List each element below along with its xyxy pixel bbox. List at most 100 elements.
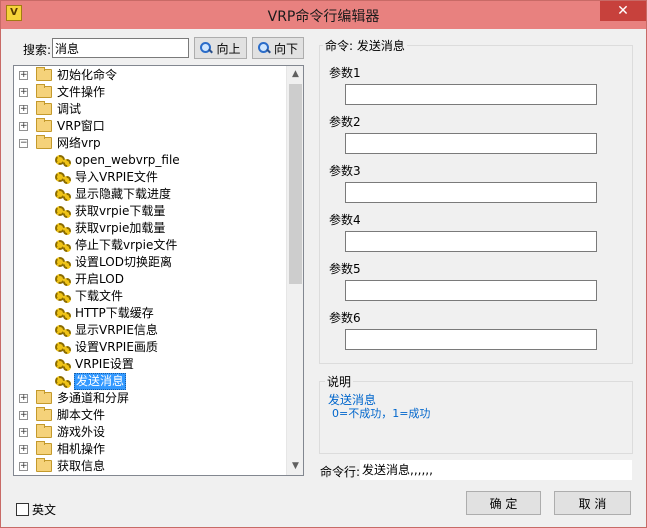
tree-node-label: 获取vrpie加载量 — [75, 221, 166, 235]
tree-folder-node[interactable]: + 调试 — [14, 101, 286, 118]
param-input-2[interactable] — [345, 133, 597, 154]
gear-icon — [55, 272, 71, 287]
search-down-button[interactable]: 向下 — [252, 37, 304, 59]
folder-icon — [36, 84, 52, 98]
tree-node-label: 设置LOD切换距离 — [75, 255, 172, 269]
search-down-label: 向下 — [273, 41, 298, 56]
expand-icon[interactable]: + — [19, 88, 28, 97]
expand-icon[interactable]: + — [19, 411, 28, 420]
gear-icon — [55, 323, 71, 338]
tree-node-label: open_webvrp_file — [75, 153, 180, 167]
tree-command-node[interactable]: 显示VRPIE信息 — [14, 322, 286, 339]
tree-node-label: 调试 — [57, 102, 82, 116]
tree-folder-node[interactable]: + 游戏外设 — [14, 424, 286, 441]
folder-icon — [36, 424, 52, 438]
description-line-2: 0=不成功，1=成功 — [332, 407, 431, 420]
tree-node-label: 网络vrp — [57, 136, 101, 150]
tree-command-node[interactable]: 显示隐藏下载进度 — [14, 186, 286, 203]
param-input-1[interactable] — [345, 84, 597, 105]
tree-node-label: 导入VRPIE文件 — [75, 170, 158, 184]
tree-command-node[interactable]: VRPIE设置 — [14, 356, 286, 373]
expand-icon[interactable]: + — [19, 428, 28, 437]
param-input-4[interactable] — [345, 231, 597, 252]
window-title: VRP命令行编辑器 — [267, 9, 380, 25]
tree-node-label: 获取vrpie下载量 — [75, 204, 166, 218]
tree-folder-node[interactable]: + VRP窗口 — [14, 118, 286, 135]
scroll-thumb[interactable] — [289, 84, 302, 284]
param-label: 参数2 — [329, 115, 361, 129]
command-tree-items: + 初始化命令 + 文件操作 + 调试 + VRP窗口 − 网络vrp open_webvrp_fi… — [14, 67, 286, 475]
scroll-up-arrow-icon[interactable]: ▲ — [287, 66, 303, 83]
tree-folder-node[interactable]: + 多通道和分屏 — [14, 390, 286, 407]
tree-node-label: 开启LOD — [75, 272, 124, 286]
checkbox-box[interactable] — [16, 503, 29, 516]
gear-icon — [55, 306, 71, 321]
command-line-label: 命令行: — [320, 465, 361, 479]
param-label: 参数3 — [329, 164, 361, 178]
expand-icon[interactable]: + — [19, 394, 28, 403]
english-checkbox[interactable]: 英文 — [16, 501, 56, 518]
search-icon — [257, 41, 271, 55]
param-input-6[interactable] — [345, 329, 597, 350]
tree-folder-node[interactable]: + 文件操作 — [14, 84, 286, 101]
gear-icon — [55, 255, 71, 270]
command-tree[interactable]: + 初始化命令 + 文件操作 + 调试 + VRP窗口 − 网络vrp open_webvrp_fi… — [13, 65, 304, 476]
tree-command-node[interactable]: 获取vrpie下载量 — [14, 203, 286, 220]
collapse-icon[interactable]: − — [19, 139, 28, 148]
scroll-down-arrow-icon[interactable]: ▼ — [287, 458, 303, 475]
param-label: 参数5 — [329, 262, 361, 276]
ok-button[interactable]: 确 定 — [466, 491, 541, 515]
tree-command-node[interactable]: 设置LOD切换距离 — [14, 254, 286, 271]
tree-node-label: 下载文件 — [75, 289, 124, 303]
tree-scrollbar[interactable]: ▲ ▼ — [286, 66, 303, 475]
gear-icon — [55, 221, 71, 236]
tree-folder-node[interactable]: − 网络vrp — [14, 135, 286, 152]
tree-node-label: 获取信息 — [57, 459, 106, 473]
gear-icon — [55, 357, 71, 372]
folder-icon — [36, 390, 52, 404]
command-line-field[interactable]: 发送消息,,,,,, — [360, 460, 632, 480]
tree-node-label: HTTP下载缓存 — [75, 306, 154, 320]
expand-icon[interactable]: + — [19, 445, 28, 454]
close-button[interactable]: ✕ — [600, 1, 646, 21]
expand-icon[interactable]: + — [19, 122, 28, 131]
title-bar[interactable]: V VRP命令行编辑器 ✕ — [1, 1, 646, 29]
folder-icon — [36, 67, 52, 81]
tree-command-node[interactable]: 获取vrpie加载量 — [14, 220, 286, 237]
search-input[interactable] — [52, 38, 189, 58]
tree-command-node[interactable]: HTTP下载缓存 — [14, 305, 286, 322]
command-title: 命令: 发送消息 — [323, 37, 407, 54]
tree-folder-node[interactable]: + 相机操作 — [14, 441, 286, 458]
cancel-button[interactable]: 取 消 — [554, 491, 631, 515]
tree-folder-node[interactable]: + 初始化命令 — [14, 67, 286, 84]
tree-command-node[interactable]: open_webvrp_file — [14, 152, 286, 169]
tree-command-node[interactable]: 开启LOD — [14, 271, 286, 288]
folder-icon — [36, 407, 52, 421]
description-title: 说明 — [325, 373, 354, 390]
gear-icon — [55, 374, 71, 389]
gear-icon — [55, 153, 71, 168]
tree-node-label: VRP窗口 — [57, 119, 105, 133]
param-input-3[interactable] — [345, 182, 597, 203]
tree-folder-node[interactable]: + 脚本文件 — [14, 407, 286, 424]
tree-node-label: 脚本文件 — [57, 408, 106, 422]
tree-command-node[interactable]: 停止下载vrpie文件 — [14, 237, 286, 254]
tree-node-label: 显示隐藏下载进度 — [75, 187, 172, 201]
folder-icon — [36, 118, 52, 132]
folder-icon — [36, 441, 52, 455]
tree-command-node[interactable]: 导入VRPIE文件 — [14, 169, 286, 186]
gear-icon — [55, 170, 71, 185]
gear-icon — [55, 187, 71, 202]
expand-icon[interactable]: + — [19, 462, 28, 471]
tree-command-node[interactable]: 设置VRPIE画质 — [14, 339, 286, 356]
folder-icon — [36, 101, 52, 115]
expand-icon[interactable]: + — [19, 105, 28, 114]
param-input-5[interactable] — [345, 280, 597, 301]
tree-command-node[interactable]: 下载文件 — [14, 288, 286, 305]
expand-icon[interactable]: + — [19, 71, 28, 80]
tree-command-node[interactable]: 发送消息 — [14, 373, 286, 390]
search-up-button[interactable]: 向上 — [194, 37, 247, 59]
gear-icon — [55, 289, 71, 304]
search-up-label: 向上 — [216, 41, 241, 56]
tree-folder-node[interactable]: + 获取信息 — [14, 458, 286, 475]
